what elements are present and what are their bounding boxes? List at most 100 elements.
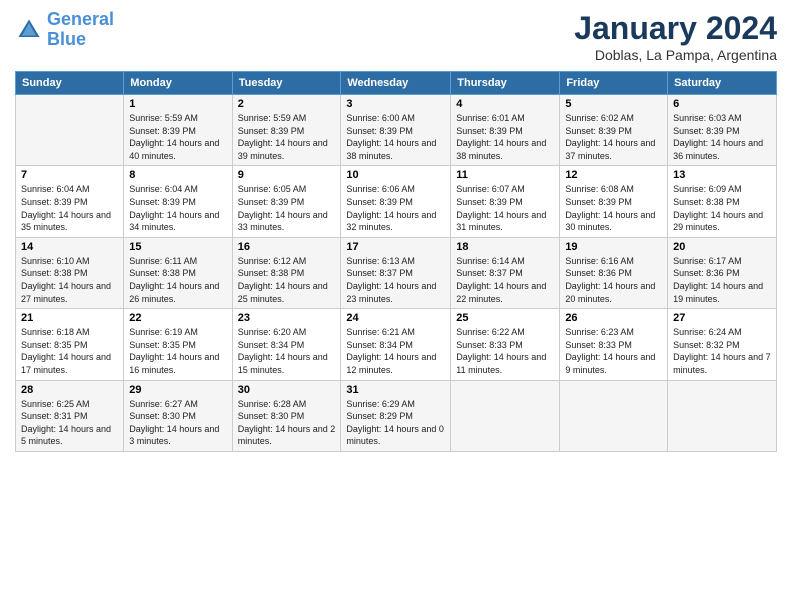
day-number: 14 xyxy=(21,241,118,253)
day-info: Sunrise: 6:20 AMSunset: 8:34 PMDaylight:… xyxy=(238,326,336,376)
col-saturday: Saturday xyxy=(668,72,777,95)
calendar-cell: 20 Sunrise: 6:17 AMSunset: 8:36 PMDaylig… xyxy=(668,237,777,308)
day-number: 29 xyxy=(129,384,226,396)
col-tuesday: Tuesday xyxy=(232,72,341,95)
calendar-body: 1 Sunrise: 5:59 AMSunset: 8:39 PMDayligh… xyxy=(16,95,777,452)
calendar-cell: 22 Sunrise: 6:19 AMSunset: 8:35 PMDaylig… xyxy=(124,309,232,380)
calendar-cell: 2 Sunrise: 5:59 AMSunset: 8:39 PMDayligh… xyxy=(232,95,341,166)
day-number: 3 xyxy=(346,98,445,110)
day-number: 9 xyxy=(238,169,336,181)
day-info: Sunrise: 6:13 AMSunset: 8:37 PMDaylight:… xyxy=(346,255,445,305)
day-info: Sunrise: 6:14 AMSunset: 8:37 PMDaylight:… xyxy=(456,255,554,305)
calendar-cell: 15 Sunrise: 6:11 AMSunset: 8:38 PMDaylig… xyxy=(124,237,232,308)
calendar-week-3: 21 Sunrise: 6:18 AMSunset: 8:35 PMDaylig… xyxy=(16,309,777,380)
calendar-cell: 8 Sunrise: 6:04 AMSunset: 8:39 PMDayligh… xyxy=(124,166,232,237)
day-info: Sunrise: 6:28 AMSunset: 8:30 PMDaylight:… xyxy=(238,398,336,448)
day-info: Sunrise: 6:18 AMSunset: 8:35 PMDaylight:… xyxy=(21,326,118,376)
calendar-cell xyxy=(668,380,777,451)
day-number: 24 xyxy=(346,312,445,324)
calendar-cell: 21 Sunrise: 6:18 AMSunset: 8:35 PMDaylig… xyxy=(16,309,124,380)
calendar-cell: 5 Sunrise: 6:02 AMSunset: 8:39 PMDayligh… xyxy=(560,95,668,166)
calendar-cell: 12 Sunrise: 6:08 AMSunset: 8:39 PMDaylig… xyxy=(560,166,668,237)
day-number: 1 xyxy=(129,98,226,110)
day-number: 31 xyxy=(346,384,445,396)
day-info: Sunrise: 6:01 AMSunset: 8:39 PMDaylight:… xyxy=(456,112,554,162)
month-title: January 2024 xyxy=(574,10,777,47)
day-number: 22 xyxy=(129,312,226,324)
day-info: Sunrise: 5:59 AMSunset: 8:39 PMDaylight:… xyxy=(238,112,336,162)
calendar-week-2: 14 Sunrise: 6:10 AMSunset: 8:38 PMDaylig… xyxy=(16,237,777,308)
day-info: Sunrise: 6:12 AMSunset: 8:38 PMDaylight:… xyxy=(238,255,336,305)
day-info: Sunrise: 6:19 AMSunset: 8:35 PMDaylight:… xyxy=(129,326,226,376)
day-info: Sunrise: 6:17 AMSunset: 8:36 PMDaylight:… xyxy=(673,255,771,305)
day-info: Sunrise: 6:21 AMSunset: 8:34 PMDaylight:… xyxy=(346,326,445,376)
calendar-cell: 19 Sunrise: 6:16 AMSunset: 8:36 PMDaylig… xyxy=(560,237,668,308)
day-info: Sunrise: 6:22 AMSunset: 8:33 PMDaylight:… xyxy=(456,326,554,376)
day-info: Sunrise: 6:23 AMSunset: 8:33 PMDaylight:… xyxy=(565,326,662,376)
day-number: 21 xyxy=(21,312,118,324)
calendar-table: Sunday Monday Tuesday Wednesday Thursday… xyxy=(15,71,777,452)
calendar-cell: 9 Sunrise: 6:05 AMSunset: 8:39 PMDayligh… xyxy=(232,166,341,237)
calendar-cell: 13 Sunrise: 6:09 AMSunset: 8:38 PMDaylig… xyxy=(668,166,777,237)
calendar-cell xyxy=(560,380,668,451)
day-number: 30 xyxy=(238,384,336,396)
day-number: 18 xyxy=(456,241,554,253)
day-info: Sunrise: 6:27 AMSunset: 8:30 PMDaylight:… xyxy=(129,398,226,448)
day-info: Sunrise: 6:06 AMSunset: 8:39 PMDaylight:… xyxy=(346,183,445,233)
calendar-week-0: 1 Sunrise: 5:59 AMSunset: 8:39 PMDayligh… xyxy=(16,95,777,166)
day-info: Sunrise: 6:11 AMSunset: 8:38 PMDaylight:… xyxy=(129,255,226,305)
day-info: Sunrise: 6:04 AMSunset: 8:39 PMDaylight:… xyxy=(129,183,226,233)
day-number: 2 xyxy=(238,98,336,110)
day-number: 25 xyxy=(456,312,554,324)
title-block: January 2024 Doblas, La Pampa, Argentina xyxy=(574,10,777,63)
day-info: Sunrise: 6:04 AMSunset: 8:39 PMDaylight:… xyxy=(21,183,118,233)
day-info: Sunrise: 6:07 AMSunset: 8:39 PMDaylight:… xyxy=(456,183,554,233)
calendar-cell: 17 Sunrise: 6:13 AMSunset: 8:37 PMDaylig… xyxy=(341,237,451,308)
day-info: Sunrise: 6:10 AMSunset: 8:38 PMDaylight:… xyxy=(21,255,118,305)
calendar-week-4: 28 Sunrise: 6:25 AMSunset: 8:31 PMDaylig… xyxy=(16,380,777,451)
calendar-cell: 28 Sunrise: 6:25 AMSunset: 8:31 PMDaylig… xyxy=(16,380,124,451)
calendar-cell: 11 Sunrise: 6:07 AMSunset: 8:39 PMDaylig… xyxy=(451,166,560,237)
day-info: Sunrise: 6:24 AMSunset: 8:32 PMDaylight:… xyxy=(673,326,771,376)
calendar-cell: 23 Sunrise: 6:20 AMSunset: 8:34 PMDaylig… xyxy=(232,309,341,380)
subtitle: Doblas, La Pampa, Argentina xyxy=(574,47,777,63)
day-number: 27 xyxy=(673,312,771,324)
calendar-cell: 10 Sunrise: 6:06 AMSunset: 8:39 PMDaylig… xyxy=(341,166,451,237)
day-number: 7 xyxy=(21,169,118,181)
calendar-cell: 26 Sunrise: 6:23 AMSunset: 8:33 PMDaylig… xyxy=(560,309,668,380)
col-sunday: Sunday xyxy=(16,72,124,95)
logo-line1: General xyxy=(47,9,114,29)
calendar-cell: 14 Sunrise: 6:10 AMSunset: 8:38 PMDaylig… xyxy=(16,237,124,308)
calendar-cell: 25 Sunrise: 6:22 AMSunset: 8:33 PMDaylig… xyxy=(451,309,560,380)
day-number: 23 xyxy=(238,312,336,324)
day-number: 28 xyxy=(21,384,118,396)
day-number: 20 xyxy=(673,241,771,253)
day-number: 16 xyxy=(238,241,336,253)
day-info: Sunrise: 6:09 AMSunset: 8:38 PMDaylight:… xyxy=(673,183,771,233)
calendar-cell: 6 Sunrise: 6:03 AMSunset: 8:39 PMDayligh… xyxy=(668,95,777,166)
page: General Blue January 2024 Doblas, La Pam… xyxy=(0,0,792,612)
calendar-cell xyxy=(451,380,560,451)
col-wednesday: Wednesday xyxy=(341,72,451,95)
logo-line2: Blue xyxy=(47,29,86,49)
day-number: 4 xyxy=(456,98,554,110)
day-number: 5 xyxy=(565,98,662,110)
header-row: Sunday Monday Tuesday Wednesday Thursday… xyxy=(16,72,777,95)
calendar-cell: 3 Sunrise: 6:00 AMSunset: 8:39 PMDayligh… xyxy=(341,95,451,166)
day-number: 12 xyxy=(565,169,662,181)
day-info: Sunrise: 6:00 AMSunset: 8:39 PMDaylight:… xyxy=(346,112,445,162)
calendar-cell: 31 Sunrise: 6:29 AMSunset: 8:29 PMDaylig… xyxy=(341,380,451,451)
logo: General Blue xyxy=(15,10,114,50)
logo-icon xyxy=(15,16,43,44)
header: General Blue January 2024 Doblas, La Pam… xyxy=(15,10,777,63)
calendar-cell xyxy=(16,95,124,166)
day-number: 13 xyxy=(673,169,771,181)
col-friday: Friday xyxy=(560,72,668,95)
day-number: 19 xyxy=(565,241,662,253)
day-info: Sunrise: 6:02 AMSunset: 8:39 PMDaylight:… xyxy=(565,112,662,162)
day-info: Sunrise: 6:05 AMSunset: 8:39 PMDaylight:… xyxy=(238,183,336,233)
day-info: Sunrise: 6:03 AMSunset: 8:39 PMDaylight:… xyxy=(673,112,771,162)
calendar-cell: 4 Sunrise: 6:01 AMSunset: 8:39 PMDayligh… xyxy=(451,95,560,166)
day-info: Sunrise: 6:08 AMSunset: 8:39 PMDaylight:… xyxy=(565,183,662,233)
calendar-cell: 7 Sunrise: 6:04 AMSunset: 8:39 PMDayligh… xyxy=(16,166,124,237)
